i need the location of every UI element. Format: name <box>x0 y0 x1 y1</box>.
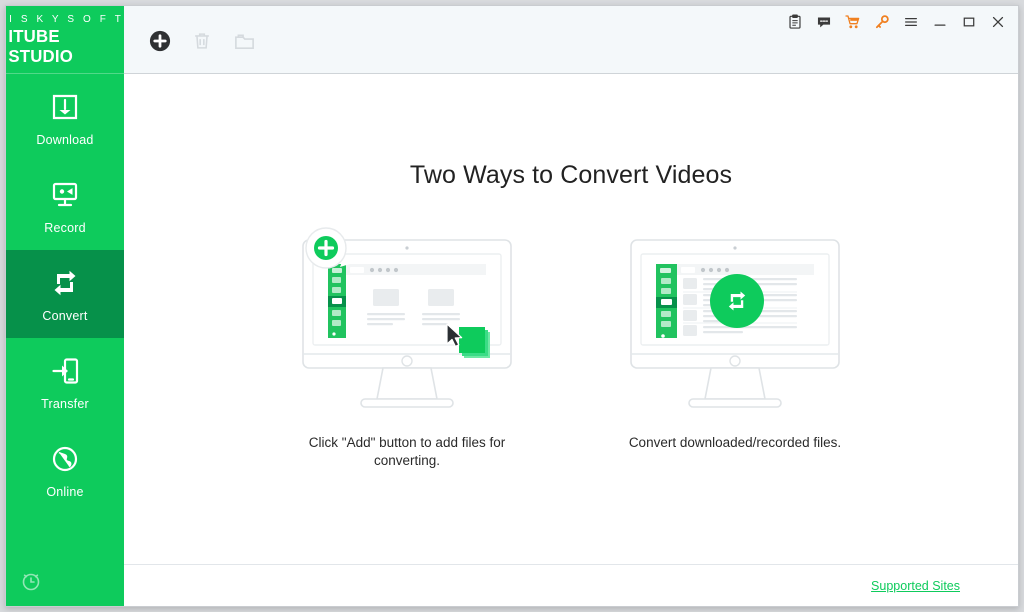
sidebar-item-transfer[interactable]: Transfer <box>6 338 124 426</box>
supported-sites-link[interactable]: Supported Sites <box>871 579 960 593</box>
titlebar-toolbar <box>124 6 1018 74</box>
clipboard-icon[interactable] <box>786 13 803 30</box>
sidebar-item-label: Transfer <box>41 396 89 411</box>
speech-bubble-icon[interactable] <box>815 13 832 30</box>
sidebar: I S K Y S O F T ITUBE STUDIO Download Re… <box>6 6 124 606</box>
minimize-icon[interactable] <box>931 13 948 30</box>
transfer-device-icon <box>48 354 82 388</box>
trash-icon <box>191 30 213 55</box>
maximize-icon[interactable] <box>960 13 977 30</box>
toolbar <box>124 29 258 57</box>
window-controls <box>786 13 1006 30</box>
plus-circle-icon <box>149 30 171 55</box>
card-convert-files[interactable]: Convert downloaded/recorded files. <box>585 226 885 470</box>
online-globe-icon <box>48 442 82 476</box>
record-camera-icon <box>48 178 82 212</box>
card-caption: Click "Add" button to add files for conv… <box>308 435 506 468</box>
convert-refresh-icon <box>48 266 82 300</box>
card-add-files[interactable]: Click "Add" button to add files for conv… <box>257 226 557 470</box>
add-button[interactable] <box>146 29 174 57</box>
sidebar-item-download[interactable]: Download <box>6 74 124 162</box>
sidebar-item-label: Convert <box>42 308 88 323</box>
sidebar-item-convert[interactable]: Convert <box>6 250 124 338</box>
download-icon <box>48 90 82 124</box>
card-caption: Convert downloaded/recorded files. <box>628 435 842 450</box>
monitor-with-convert-badge-illustration <box>619 226 851 416</box>
sidebar-item-online[interactable]: Online <box>6 426 124 514</box>
clock-icon[interactable] <box>20 570 42 592</box>
content-area: Two Ways to Convert Videos Click "Add" b… <box>124 74 1018 564</box>
sidebar-item-label: Online <box>46 484 84 499</box>
footer: Supported Sites <box>124 564 1018 606</box>
app-logo: I S K Y S O F T ITUBE STUDIO <box>6 6 124 74</box>
cards-row: Click "Add" button to add files for conv… <box>124 226 1018 470</box>
sidebar-item-record[interactable]: Record <box>6 162 124 250</box>
sidebar-item-label: Download <box>36 132 94 147</box>
hamburger-menu-icon[interactable] <box>902 13 919 30</box>
application-window: I S K Y S O F T ITUBE STUDIO Download Re… <box>5 5 1019 607</box>
close-icon[interactable] <box>989 13 1006 30</box>
logo-brand-text: I S K Y S O F T <box>9 14 124 25</box>
main-pane: Two Ways to Convert Videos Click "Add" b… <box>124 6 1018 606</box>
shopping-cart-icon[interactable] <box>844 13 861 30</box>
delete-button[interactable] <box>188 29 216 57</box>
key-icon[interactable] <box>873 13 890 30</box>
page-title: Two Ways to Convert Videos <box>409 161 733 189</box>
open-folder-button[interactable] <box>230 29 258 57</box>
monitor-with-add-badge-illustration <box>291 226 523 416</box>
logo-product-text: ITUBE STUDIO <box>8 26 73 66</box>
folder-icon <box>233 30 256 56</box>
sidebar-nav: Download Record Convert Transfer Online <box>6 74 124 514</box>
sidebar-item-label: Record <box>44 220 86 235</box>
